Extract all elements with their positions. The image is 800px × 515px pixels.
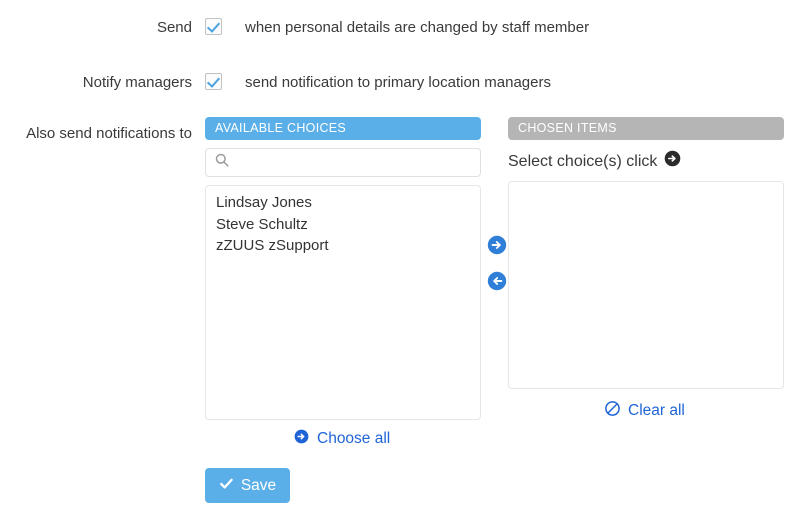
- transfer-buttons: [486, 235, 508, 291]
- save-button[interactable]: Save: [205, 468, 290, 503]
- send-checkbox[interactable]: [205, 18, 222, 35]
- send-row: Send when personal details are changed b…: [0, 18, 589, 38]
- chosen-items-header: CHOSEN ITEMS: [508, 117, 784, 140]
- list-item[interactable]: zZUUS zSupport: [206, 235, 480, 257]
- clear-all-icon: [605, 401, 620, 421]
- arrow-right-circle-icon: [664, 150, 681, 173]
- chosen-items-hint: Select choice(s) click: [508, 150, 784, 173]
- notify-managers-checkbox[interactable]: [205, 73, 222, 90]
- chosen-items-listbox[interactable]: [508, 181, 784, 389]
- move-left-icon[interactable]: [487, 271, 507, 291]
- send-label: Send: [156, 19, 192, 36]
- available-search-input[interactable]: [236, 153, 472, 172]
- move-right-icon[interactable]: [487, 235, 507, 255]
- available-search-wrap[interactable]: [205, 148, 481, 177]
- notify-managers-label: Notify managers: [82, 74, 192, 91]
- notify-managers-row: Notify managers send notification to pri…: [0, 73, 551, 93]
- search-icon: [215, 153, 229, 172]
- save-button-label: Save: [240, 476, 277, 494]
- notify-managers-description: send notification to primary location ma…: [245, 74, 551, 91]
- available-choices-panel: AVAILABLE CHOICES Lindsay Jones Steve Sc…: [205, 117, 481, 420]
- also-send-label: Also send notifications to: [26, 125, 192, 142]
- choose-all-link[interactable]: Choose all: [294, 429, 390, 449]
- choose-all-label: Choose all: [317, 430, 391, 447]
- list-item[interactable]: Lindsay Jones: [206, 192, 480, 214]
- available-choices-listbox[interactable]: Lindsay Jones Steve Schultz zZUUS zSuppo…: [205, 185, 481, 420]
- list-item[interactable]: Steve Schultz: [206, 214, 480, 236]
- available-choices-header: AVAILABLE CHOICES: [205, 117, 481, 140]
- send-description: when personal details are changed by sta…: [245, 19, 590, 36]
- chosen-items-panel: CHOSEN ITEMS Select choice(s) click: [508, 117, 784, 389]
- checkmark-icon: [219, 476, 234, 496]
- clear-all-label: Clear all: [628, 402, 685, 419]
- also-send-row: Also send notifications to: [0, 124, 192, 144]
- chosen-items-hint-text: Select choice(s) click: [508, 153, 658, 170]
- choose-all-icon: [294, 429, 309, 449]
- clear-all-link[interactable]: Clear all: [605, 401, 685, 421]
